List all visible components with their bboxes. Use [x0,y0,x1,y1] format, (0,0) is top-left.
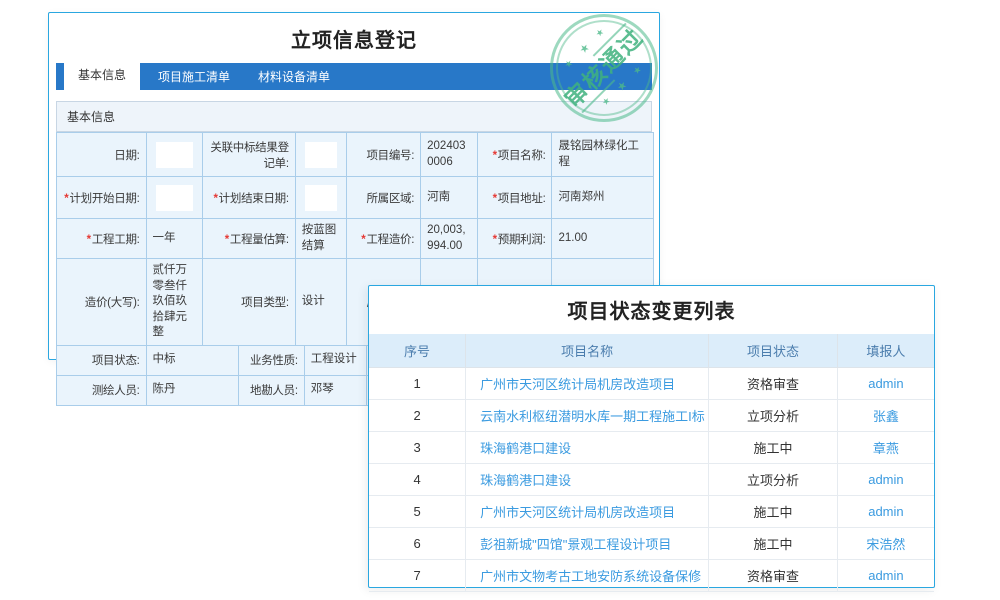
project-status-cell: 立项分析 [709,399,838,431]
table-row: 1 广州市天河区统计局机房改造项目 资格审查 admin [369,367,934,399]
field-value-cost-in-words: 贰仟万零叁仟玖佰玖拾肆元整 [146,259,203,346]
table-row: 7 广州市文物考古工地安防系统设备保修 资格审查 admin [369,559,934,591]
field-label-geo-surveyor: 地勘人员: [239,375,305,405]
status-change-panel: 项目状态变更列表 序号 项目名称 项目状态 填报人 1 广州市天河区统计局机房改… [368,285,935,588]
field-label-surveyor: 测绘人员: [57,375,147,405]
project-status-cell: 施工中 [709,495,838,527]
table-header-row: 序号 项目名称 项目状态 填报人 [369,334,934,367]
row-index: 2 [369,399,466,431]
reporter-link[interactable]: 宋浩然 [866,537,905,552]
form-row: *工程工期: 一年 *工程量估算: 按蓝图结算 *工程造价: 20,003,99… [57,219,654,259]
field-value-cost: 20,003,994.00 [421,219,478,259]
section-header: 基本信息 [56,101,652,132]
table-row: 4 珠海鹤港口建设 立项分析 admin [369,463,934,495]
field-value-expected-profit: 21.00 [552,219,654,259]
field-label-address: *项目地址: [477,177,552,219]
row-index: 3 [369,431,466,463]
project-name-link[interactable]: 广州市天河区统计局机房改造项目 [480,377,675,392]
field-value-duration: 一年 [146,219,203,259]
field-label-duration: *工程工期: [57,219,147,259]
tab-material-equipment-list[interactable]: 材料设备清单 [244,63,344,90]
table-row: 6 彭祖新城"四馆"景观工程设计项目 施工中 宋浩然 [369,527,934,559]
field-value-project-status: 中标 [146,345,239,375]
date-input[interactable] [156,142,194,168]
project-status-cell: 立项分析 [709,463,838,495]
col-header-project-name: 项目名称 [466,334,709,367]
reporter-link[interactable]: admin [868,376,903,391]
form-row: *计划开始日期: *计划结束日期: 所属区域: 河南 *项目地址: 河南郑州 [57,177,654,219]
field-label-related-bid: 关联中标结果登记单: [203,133,296,177]
table-row: 2 云南水利枢纽潜明水库一期工程施工I标 立项分析 张鑫 [369,399,934,431]
field-label-project-name: *项目名称: [477,133,552,177]
field-value-business-nature: 工程设计 [304,345,367,375]
tab-construction-list[interactable]: 项目施工清单 [144,63,244,90]
row-index: 4 [369,463,466,495]
table-row: 5 广州市天河区统计局机房改造项目 施工中 admin [369,495,934,527]
field-label-cost-in-words: 造价(大写): [57,259,147,346]
reporter-link[interactable]: admin [868,504,903,519]
tab-bar: 基本信息 项目施工清单 材料设备清单 [56,63,652,90]
field-label-cost: *工程造价: [346,219,421,259]
field-value-geo-surveyor: 邓琴 [304,375,367,405]
table-row: 3 珠海鹤港口建设 施工中 章燕 [369,431,934,463]
field-label-region: 所属区域: [346,177,421,219]
field-label-project-status: 项目状态: [57,345,147,375]
page-title: 立项信息登记 [49,24,659,53]
field-label-plan-end: *计划结束日期: [203,177,296,219]
row-index: 7 [369,559,466,591]
field-value-surveyor: 陈丹 [146,375,239,405]
reporter-link[interactable]: admin [868,568,903,583]
row-index: 1 [369,367,466,399]
project-name-link[interactable]: 广州市文物考古工地安防系统设备保修 [480,569,701,584]
reporter-link[interactable]: 张鑫 [873,409,899,424]
form-row: 日期: 关联中标结果登记单: 项目编号: 2024030006 *项目名称: 晟… [57,133,654,177]
field-value-quantity-estimate: 按蓝图结算 [295,219,346,259]
project-status-cell: 施工中 [709,527,838,559]
status-change-table: 序号 项目名称 项目状态 填报人 1 广州市天河区统计局机房改造项目 资格审查 … [369,334,934,592]
field-label-expected-profit: *预期利润: [477,219,552,259]
project-name-link[interactable]: 珠海鹤港口建设 [480,441,571,456]
col-header-no: 序号 [369,334,466,367]
col-header-reporter: 填报人 [837,334,934,367]
plan-end-input[interactable] [305,185,337,211]
field-value-project-no: 2024030006 [421,133,478,177]
row-index: 5 [369,495,466,527]
tab-basic-info[interactable]: 基本信息 [64,59,140,90]
col-header-project-status: 项目状态 [709,334,838,367]
plan-start-input[interactable] [156,185,194,211]
field-label-quantity-estimate: *工程量估算: [203,219,296,259]
field-value-project-name: 晟铭园林绿化工程 [552,133,654,177]
project-status-cell: 施工中 [709,431,838,463]
field-label-date: 日期: [57,133,147,177]
project-status-cell: 资格审查 [709,367,838,399]
status-table-title: 项目状态变更列表 [369,286,934,334]
field-label-plan-start: *计划开始日期: [57,177,147,219]
field-label-project-no: 项目编号: [346,133,421,177]
reporter-link[interactable]: admin [868,472,903,487]
field-label-business-nature: 业务性质: [239,345,305,375]
project-name-link[interactable]: 云南水利枢纽潜明水库一期工程施工I标 [480,409,705,424]
reporter-link[interactable]: 章燕 [873,441,899,456]
row-index: 6 [369,527,466,559]
project-name-link[interactable]: 珠海鹤港口建设 [480,473,571,488]
related-bid-input[interactable] [305,142,337,168]
field-label-project-type: 项目类型: [203,259,296,346]
field-value-address: 河南郑州 [552,177,654,219]
project-status-cell: 资格审查 [709,559,838,591]
field-value-region: 河南 [421,177,478,219]
field-value-project-type: 设计 [295,259,346,346]
project-name-link[interactable]: 广州市天河区统计局机房改造项目 [480,505,675,520]
project-name-link[interactable]: 彭祖新城"四馆"景观工程设计项目 [480,537,671,552]
